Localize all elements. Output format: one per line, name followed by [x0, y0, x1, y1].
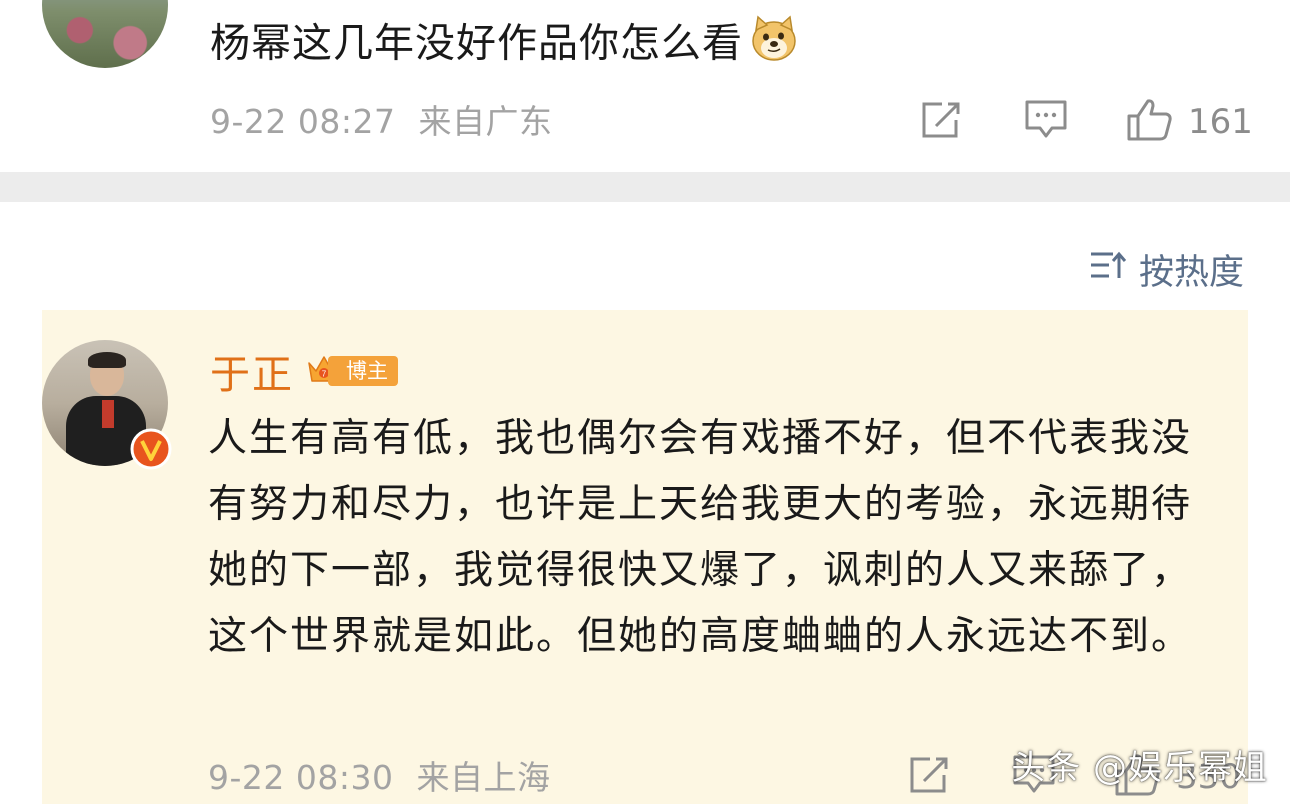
comment-location: 来自上海: [416, 758, 551, 797]
sort-by-hot-button[interactable]: 按热度: [1089, 246, 1244, 293]
post-meta: 9-22 08:27 来自广东: [210, 100, 553, 144]
comment-meta: 9-22 08:30 来自上海: [208, 756, 551, 800]
post-text: 杨幂这几年没好作品你怎么看: [210, 20, 743, 67]
post-location: 来自广东: [418, 102, 553, 141]
post-card: 杨幂这几年没好作品你怎么看 9-22 08:27 来自广东 161: [0, 0, 1290, 172]
svg-text:7: 7: [322, 370, 327, 379]
section-divider: [0, 172, 1290, 202]
post-author-avatar[interactable]: [42, 0, 168, 68]
comment-icon[interactable]: [1024, 99, 1068, 145]
doge-emoji-icon: [749, 14, 799, 77]
blogger-badge-label: 博主: [328, 356, 398, 386]
post-like-count: 161: [1188, 102, 1253, 142]
share-icon[interactable]: [920, 100, 964, 144]
post-actions: 161: [920, 97, 1253, 147]
sort-label: 按热度: [1138, 252, 1244, 293]
verified-badge-icon: [130, 428, 172, 470]
thumbs-up-icon[interactable]: [1126, 98, 1174, 146]
watermark: 头条 @娱乐幂姐: [1011, 748, 1268, 788]
post-time: 9-22 08:27: [210, 102, 396, 141]
comment-share-icon[interactable]: [908, 755, 952, 799]
comment-author-row: 于正 7 博主: [210, 344, 398, 398]
post-text-row: 杨幂这几年没好作品你怎么看: [210, 14, 799, 77]
comment-card: 于正 7 博主 人生有高有低，我也偶尔会有戏播不好，但不代表我没有努力和尽力，也…: [42, 310, 1248, 804]
comment-text: 人生有高有低，我也偶尔会有戏播不好，但不代表我没有努力和尽力，也许是上天给我更大…: [208, 416, 1193, 659]
blogger-badge: 7 博主: [306, 351, 398, 391]
comment-author-name[interactable]: 于正: [210, 342, 294, 400]
comment-time: 9-22 08:30: [208, 758, 394, 797]
sort-icon: [1089, 248, 1127, 291]
